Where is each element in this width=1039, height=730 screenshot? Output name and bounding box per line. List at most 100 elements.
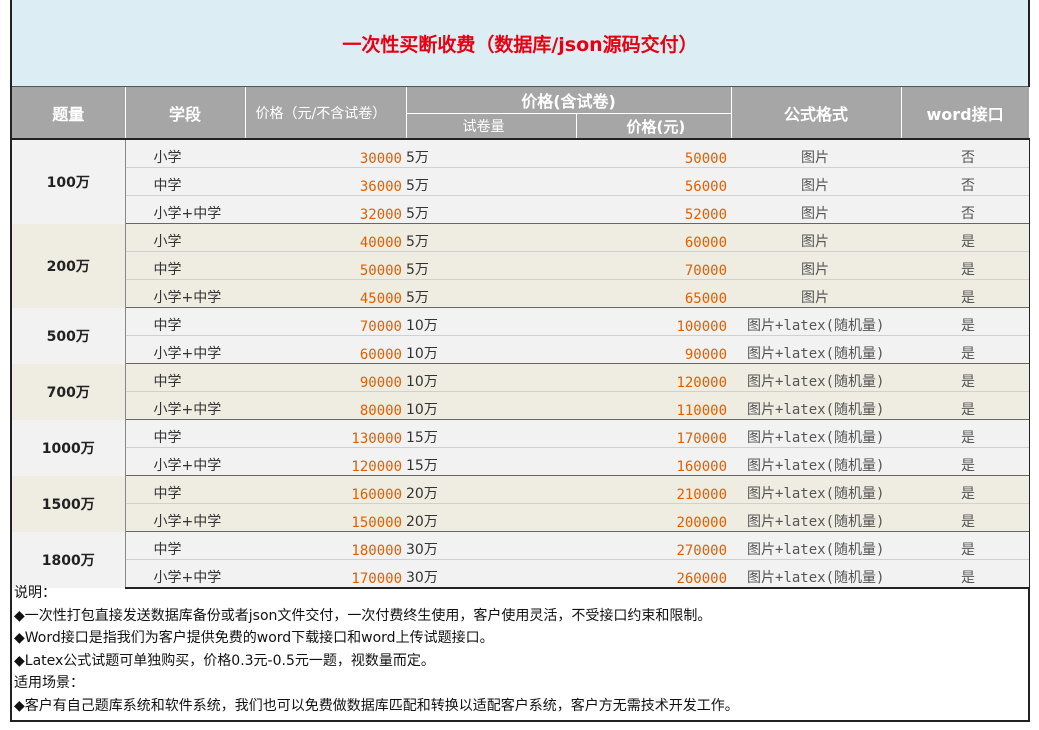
price-cell: 90000 <box>576 335 732 364</box>
price-ex-cell: 90000 <box>245 363 406 392</box>
formula-cell: 图片 <box>731 167 902 196</box>
price-ex-cell: 30000 <box>245 139 406 168</box>
formula-cell: 图片 <box>731 251 902 280</box>
word-cell: 是 <box>901 531 1030 560</box>
qty-cell: 500万 <box>12 307 126 364</box>
notes-section: 说明： ◆一次性打包直接发送数据库备份或者json文件交付，一次付费终生使用，客… <box>14 582 1024 717</box>
qty-cell: 1800万 <box>12 531 126 588</box>
price-cell: 120000 <box>576 363 732 392</box>
header-price: 价格(元) <box>576 113 732 140</box>
table-row: 100万 小学 30000 5万 50000 图片否 <box>12 139 1030 224</box>
title-bar: 一次性买断收费（数据库/json源码交付） <box>12 0 1028 87</box>
papers-cell: 5万 <box>406 195 576 224</box>
note-item: ◆Latex公式试题可单独购买，价格0.3元-0.5元一题，视数量而定。 <box>14 652 435 669</box>
header-row-1: 题量 学段 价格（元/不含试卷） 价格(含试卷) 公式格式 word接口 <box>12 87 1030 140</box>
table-row: 小学+中学 60000 10万 90000 图片+latex(随机量) 是 <box>12 335 1030 364</box>
stage-cell: 小学 <box>125 139 245 168</box>
word-cell: 是 <box>901 335 1030 364</box>
stage-cell: 小学+中学 <box>125 447 245 476</box>
price-cell: 100000 <box>576 307 732 336</box>
word-cell: 是 <box>901 363 1030 392</box>
price-cell: 200000 <box>576 503 732 532</box>
stage-cell: 小学+中学 <box>125 279 245 308</box>
word-cell: 是 <box>901 307 1030 336</box>
table-row: 200万 小学 40000 5万 60000 图片是 <box>12 223 1030 308</box>
formula-cell: 图片+latex(随机量) <box>731 307 902 336</box>
table-row: 1500万 中学 160000 20万 210000 图片+latex(随机量) 是 <box>12 475 1030 532</box>
price-ex-cell: 32000 <box>245 195 406 224</box>
formula-cell: 图片+latex(随机量) <box>731 335 902 364</box>
papers-cell: 5万 <box>406 139 576 168</box>
note-item: ◆一次性打包直接发送数据库备份或者json文件交付，一次付费终生使用，客户使用灵… <box>14 607 712 624</box>
price-ex-cell: 130000 <box>245 419 406 448</box>
header-price-inc: 价格(含试卷) <box>406 87 732 114</box>
price-ex-cell: 120000 <box>245 447 406 476</box>
formula-cell: 图片+latex(随机量) <box>731 363 902 392</box>
stage-cell: 中学 <box>125 307 245 336</box>
formula-cell: 图片 <box>731 139 902 168</box>
price-ex-cell: 40000 <box>245 223 406 252</box>
word-cell: 是 <box>901 391 1030 420</box>
stage-cell: 小学+中学 <box>125 335 245 364</box>
price-ex-cell: 180000 <box>245 531 406 560</box>
table-row: 小学+中学 150000 20万 200000 图片+latex(随机量) 是 <box>12 503 1030 532</box>
price-cell: 60000 <box>576 223 732 252</box>
stage-cell: 中学 <box>125 419 245 448</box>
header-word: word接口 <box>901 87 1030 140</box>
note-heading: 适用场景： <box>14 675 84 691</box>
word-cell: 是 <box>901 279 1030 308</box>
papers-cell: 5万 <box>406 223 576 252</box>
table-row: 1800万 中学 180000 30万 270000 图片+latex(随机量) 是 <box>12 531 1030 588</box>
formula-cell: 图片 <box>731 279 902 308</box>
formula-cell: 图片+latex(随机量) <box>731 531 902 560</box>
header-formula: 公式格式 <box>731 87 902 140</box>
papers-cell: 5万 <box>406 279 576 308</box>
qty-cell: 700万 <box>12 363 126 420</box>
formula-cell: 图片+latex(随机量) <box>731 503 902 532</box>
price-ex-cell: 36000 <box>245 167 406 196</box>
price-ex-cell: 45000 <box>245 279 406 308</box>
stage-cell: 小学+中学 <box>125 391 245 420</box>
stage-cell: 小学 <box>125 223 245 252</box>
header-stage: 学段 <box>125 87 246 140</box>
papers-cell: 10万 <box>406 363 576 392</box>
formula-cell: 图片 <box>731 195 902 224</box>
table-row: 500万 中学 70000 10万 100000 图片+latex(随机量) 是 <box>12 307 1030 364</box>
papers-cell: 10万 <box>406 307 576 336</box>
page-title: 一次性买断收费（数据库/json源码交付） <box>342 33 698 56</box>
stage-cell: 中学 <box>125 167 245 196</box>
word-cell: 否 <box>901 195 1030 224</box>
stage-cell: 中学 <box>125 531 245 560</box>
pricing-table: 题量 学段 价格（元/不含试卷） 价格(含试卷) 公式格式 word接口 试卷量… <box>12 87 1030 589</box>
word-cell: 是 <box>901 447 1030 476</box>
note-heading: 说明： <box>14 585 56 601</box>
formula-cell: 图片+latex(随机量) <box>731 419 902 448</box>
papers-cell: 20万 <box>406 503 576 532</box>
table-row: 中学 50000 5万 70000 图片是 <box>12 251 1030 280</box>
papers-cell: 10万 <box>406 335 576 364</box>
header-qty: 题量 <box>12 87 126 140</box>
word-cell: 是 <box>901 223 1030 252</box>
table-row: 中学 36000 5万 56000 图片否 <box>12 167 1030 196</box>
price-ex-cell: 50000 <box>245 251 406 280</box>
stage-cell: 小学+中学 <box>125 195 245 224</box>
word-cell: 是 <box>901 503 1030 532</box>
qty-cell: 1000万 <box>12 419 126 476</box>
price-cell: 160000 <box>576 447 732 476</box>
note-item: ◆Word接口是指我们为客户提供免费的word下载接口和word上传试题接口。 <box>14 630 494 646</box>
stage-cell: 小学+中学 <box>125 503 245 532</box>
price-cell: 56000 <box>576 167 732 196</box>
formula-cell: 图片 <box>731 223 902 252</box>
pricing-sheet: 一次性买断收费（数据库/json源码交付） 题量 学段 价格（元/不含试卷） 价… <box>10 0 1030 722</box>
papers-cell: 30万 <box>406 531 576 560</box>
price-cell: 210000 <box>576 475 732 504</box>
papers-cell: 5万 <box>406 167 576 196</box>
qty-cell: 200万 <box>12 223 126 308</box>
price-cell: 50000 <box>576 139 732 168</box>
table-body: 100万 小学 30000 5万 50000 图片否中学 36000 5万 56000 图片否小学… <box>12 139 1030 589</box>
formula-cell: 图片+latex(随机量) <box>731 447 902 476</box>
table-row: 1000万 中学 130000 15万 170000 图片+latex(随机量) 是 <box>12 419 1030 476</box>
price-cell: 170000 <box>576 419 732 448</box>
note-item: ◆客户有自己题库系统和软件系统，我们也可以免费做数据库匹配和转换以适配客户系统，… <box>14 697 739 714</box>
word-cell: 是 <box>901 251 1030 280</box>
